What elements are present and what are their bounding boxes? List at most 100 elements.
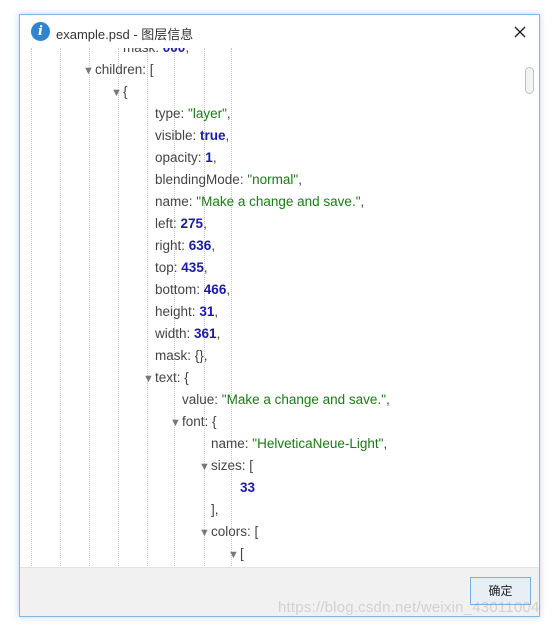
tree-punctuation: , <box>203 260 208 275</box>
indent-guide <box>31 48 32 568</box>
tree-row: ], <box>211 499 219 521</box>
tree-punctuation: [ <box>249 458 254 473</box>
tree-value: "Make a change and save." <box>221 392 386 407</box>
tree-separator: : <box>181 238 189 253</box>
tree-row-font[interactable]: ▼font: { <box>170 411 217 433</box>
tree-row-colors[interactable]: ▼colors: [ <box>199 521 258 543</box>
tree-punctuation: { <box>184 370 189 385</box>
tree-row-name: name: "HelveticaNeue-Light", <box>211 433 387 455</box>
title-bar: i example.psd - 图层信息 <box>20 15 539 48</box>
info-icon: i <box>31 22 50 41</box>
indent-guide <box>89 48 90 568</box>
tree-key: font <box>182 414 205 429</box>
tree-row-children[interactable]: ▼children: [ <box>83 59 154 81</box>
tree-punctuation: , <box>298 172 302 187</box>
tree-row-type: type: "layer", <box>155 103 231 125</box>
tree-row-right: right: 636, <box>155 235 215 257</box>
vertical-scrollbar[interactable] <box>521 48 539 568</box>
indent-guide <box>118 48 119 568</box>
close-button[interactable] <box>509 21 531 43</box>
tree-row-top: top: 435, <box>155 257 208 279</box>
tree-value: "normal" <box>247 172 299 187</box>
tree-row-bottom: bottom: 466, <box>155 279 230 301</box>
tree-key: bottom <box>155 282 197 297</box>
tree-punctuation: , <box>211 238 216 253</box>
tree-row-blendingMode: blendingMode: "normal", <box>155 169 302 191</box>
tree-key: value <box>182 392 215 407</box>
tree-punctuation: , <box>226 106 231 121</box>
tree-value: 000 <box>163 48 186 55</box>
tree-value: "Make a change and save." <box>196 194 361 209</box>
close-icon <box>514 26 526 38</box>
tree-key: opacity <box>155 150 198 165</box>
tree-value: 33 <box>240 480 256 495</box>
tree-row-left: left: 275, <box>155 213 207 235</box>
tree-punctuation: , <box>203 216 207 231</box>
indent-guide <box>231 48 232 568</box>
tree-key: type <box>155 106 181 121</box>
tree-separator: : <box>196 282 204 297</box>
tree-key: height <box>155 304 192 319</box>
tree-separator: : <box>247 524 255 539</box>
tree-row-sizes[interactable]: ▼sizes: [ <box>199 455 253 477</box>
tree-punctuation: , <box>226 282 231 297</box>
tree-punctuation: [ <box>254 524 259 539</box>
tree-row: 33 <box>240 477 255 499</box>
tree-punctuation: , <box>216 326 221 341</box>
tree-key: mask <box>123 48 155 55</box>
tree-value: "HelveticaNeue-Light" <box>252 436 384 451</box>
tree-separator: : <box>214 392 222 407</box>
tree-key: name <box>155 194 189 209</box>
tree-row-height: height: 31, <box>155 301 218 323</box>
layer-info-dialog: i example.psd - 图层信息 mask: 000, ▼children… <box>19 14 540 617</box>
tree-separator: : <box>187 348 195 363</box>
expand-arrow-icon[interactable]: ▼ <box>228 544 239 566</box>
tree-punctuation: [ <box>240 546 244 561</box>
tree-key: sizes <box>211 458 242 473</box>
tree-row-value: value: "Make a change and save.", <box>182 389 390 411</box>
json-tree-view[interactable]: mask: 000,▼children: [▼{type: "layer",vi… <box>20 48 539 568</box>
tree-row[interactable]: ▼{ <box>111 81 128 103</box>
tree-punctuation: { <box>123 84 128 99</box>
tree-value: 466 <box>203 282 227 297</box>
expand-arrow-icon[interactable]: ▼ <box>143 368 154 390</box>
tree-row-mask: mask: {}, <box>155 345 208 367</box>
expand-arrow-icon[interactable]: ▼ <box>83 60 94 82</box>
tree-separator: : <box>155 48 163 55</box>
tree-separator: : <box>186 326 195 341</box>
tree-row-visible: visible: true, <box>155 125 229 147</box>
tree-punctuation: ], <box>211 502 219 517</box>
tree-punctuation: , <box>386 392 390 407</box>
tree-punctuation: , <box>225 128 230 143</box>
tree-separator: : <box>180 106 189 121</box>
tree-key: text <box>155 370 177 385</box>
expand-arrow-icon[interactable]: ▼ <box>199 522 210 544</box>
tree-value: 361 <box>194 326 217 341</box>
tree-row-name: name: "Make a change and save.", <box>155 191 364 213</box>
tree-punctuation: , <box>185 48 189 55</box>
tree-separator: : <box>173 216 181 231</box>
tree-punctuation: , <box>383 436 388 451</box>
scrollbar-thumb[interactable] <box>525 67 534 94</box>
dialog-title: example.psd - 图层信息 <box>56 27 194 42</box>
tree-row-text[interactable]: ▼text: { <box>143 367 189 389</box>
expand-arrow-icon[interactable]: ▼ <box>199 456 210 478</box>
tree-row[interactable]: ▼[ <box>228 543 244 565</box>
tree-separator: : <box>204 414 213 429</box>
tree-punctuation: { <box>212 414 217 429</box>
indent-guide <box>60 48 61 568</box>
tree-value: 1 <box>205 150 213 165</box>
tree-key: width <box>155 326 187 341</box>
tree-punctuation: , <box>360 194 365 209</box>
tree-value: true <box>200 128 226 143</box>
tree-value: "layer" <box>188 106 227 121</box>
expand-arrow-icon[interactable]: ▼ <box>111 82 122 104</box>
expand-arrow-icon[interactable]: ▼ <box>170 412 181 434</box>
tree-key: colors <box>211 524 248 539</box>
tree-punctuation: {}, <box>194 348 208 363</box>
tree-value: 31 <box>199 304 215 319</box>
tree-punctuation: , <box>212 150 217 165</box>
tree-punctuation: [ <box>149 62 154 77</box>
tree-key: visible <box>155 128 193 143</box>
tree-value: 275 <box>180 216 204 231</box>
